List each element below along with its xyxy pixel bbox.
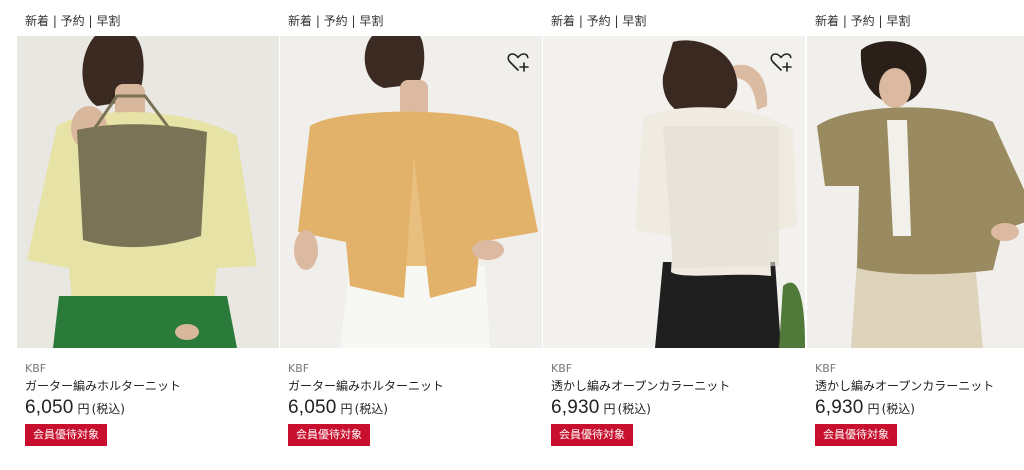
product-tags: 新着 | 予約 | 早割 [815, 14, 911, 28]
product-name[interactable]: 透かし編みオープンカラーニット [551, 377, 730, 394]
price-currency: 円 [867, 402, 880, 416]
product-name[interactable]: ガーター編みホルターニット [25, 377, 181, 394]
product-name[interactable]: 透かし編みオープンカラーニット [815, 377, 994, 394]
product-price: 6,930 円 (税込) [815, 397, 915, 419]
product-image[interactable] [17, 36, 279, 348]
price-value: 6,050 [25, 397, 74, 418]
product-photo-illustration [807, 36, 1024, 348]
product-photo-illustration [17, 36, 279, 348]
product-brand: KBF [815, 362, 837, 375]
product-tags: 新着 | 予約 | 早割 [288, 14, 384, 28]
product-brand: KBF [25, 362, 47, 375]
price-tax-note: (税込) [91, 402, 125, 416]
product-photo-illustration [280, 36, 542, 348]
member-benefit-badge: 会員優待対象 [288, 424, 370, 446]
member-benefit-badge: 会員優待対象 [25, 424, 107, 446]
product-card[interactable]: 新着 | 予約 | 早割 KBF ガーター編みホルターニット 6,050 円 (… [17, 0, 279, 470]
product-tags: 新着 | 予約 | 早割 [551, 14, 647, 28]
product-image[interactable] [280, 36, 542, 348]
product-price: 6,050 円 (税込) [288, 397, 388, 419]
product-price: 6,930 円 (税込) [551, 397, 651, 419]
product-brand: KBF [288, 362, 310, 375]
price-value: 6,930 [815, 397, 864, 418]
price-tax-note: (税込) [617, 402, 651, 416]
product-brand: KBF [551, 362, 573, 375]
product-name[interactable]: ガーター編みホルターニット [288, 377, 444, 394]
product-photo-illustration [543, 36, 805, 348]
heart-plus-icon[interactable] [506, 50, 530, 74]
product-card[interactable]: 新着 | 予約 | 早割 KBF ガーター編みホルターニット 6,050 円 (… [280, 0, 542, 470]
product-card[interactable]: 新着 | 予約 | 早割 KBF 透かし編みオープンカラーニット 6,930 円… [543, 0, 805, 470]
product-price: 6,050 円 (税込) [25, 397, 125, 419]
product-image[interactable] [807, 36, 1024, 348]
member-benefit-badge: 会員優待対象 [551, 424, 633, 446]
price-tax-note: (税込) [881, 402, 915, 416]
member-benefit-badge: 会員優待対象 [815, 424, 897, 446]
price-value: 6,050 [288, 397, 337, 418]
price-value: 6,930 [551, 397, 600, 418]
price-tax-note: (税込) [354, 402, 388, 416]
heart-plus-icon[interactable] [769, 50, 793, 74]
price-currency: 円 [77, 402, 90, 416]
product-image[interactable] [543, 36, 805, 348]
price-currency: 円 [340, 402, 353, 416]
product-grid: 新着 | 予約 | 早割 KBF ガーター編みホルターニット 6,050 円 (… [0, 0, 1024, 470]
product-card[interactable]: 新着 | 予約 | 早割 KBF 透かし編みオープンカラーニット 6,930 円(… [807, 0, 1024, 470]
product-tags: 新着 | 予約 | 早割 [25, 14, 121, 28]
price-currency: 円 [603, 402, 616, 416]
